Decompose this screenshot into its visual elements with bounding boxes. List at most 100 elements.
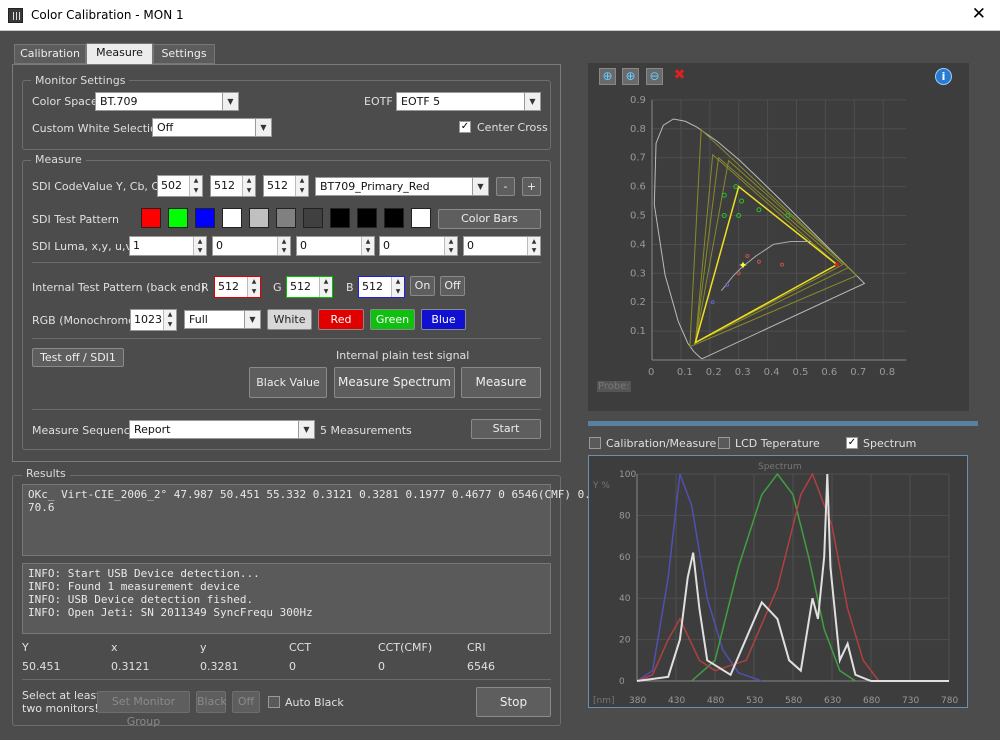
r-spinbox[interactable]: 512 ▲ ▼ — [214, 276, 261, 298]
spin-arrows-icon[interactable]: ▲ ▼ — [193, 237, 206, 255]
color-space-combo[interactable]: BT.709 ▼ — [95, 92, 239, 111]
stop-button[interactable]: Stop — [476, 687, 551, 717]
remove-pattern-button[interactable]: - — [496, 177, 515, 196]
results-text[interactable]: OKc_ Virt-CIE_2006_2° 47.987 50.451 55.3… — [22, 484, 617, 556]
x-spinbox[interactable]: 0 ▲ ▼ — [212, 236, 291, 256]
test-pattern-combo[interactable]: BT709_Primary_Red ▼ — [315, 177, 489, 196]
white-button[interactable]: White — [267, 309, 312, 330]
range-combo[interactable]: Full ▼ — [184, 310, 261, 329]
pattern-off-button[interactable]: Off — [440, 276, 465, 296]
color-swatch[interactable] — [195, 208, 215, 228]
black-value-button[interactable]: Black Value — [249, 367, 327, 398]
x-tick-label: 580 — [785, 696, 802, 706]
calibration-measure-label: Calibration/Measure — [606, 437, 717, 450]
separator — [32, 409, 541, 410]
calibration-measure-checkbox[interactable] — [589, 437, 601, 449]
x-tick-label: 0.5 — [793, 367, 809, 378]
color-swatch[interactable] — [168, 208, 188, 228]
g-spinbox[interactable]: 512 ▲ ▼ — [286, 276, 333, 298]
splitter[interactable] — [588, 421, 978, 426]
color-bars-button[interactable]: Color Bars — [438, 209, 541, 229]
green-button[interactable]: Green — [370, 309, 415, 330]
spin-arrows-icon[interactable]: ▲ ▼ — [163, 310, 176, 330]
eotf-label: EOTF — [364, 95, 393, 108]
x-tick-label: 0.2 — [706, 367, 722, 378]
set-monitor-group-button[interactable]: Set Monitor Group — [97, 691, 190, 728]
color-swatch[interactable] — [330, 208, 350, 228]
spin-arrows-icon[interactable]: ▲ ▼ — [444, 237, 457, 255]
start-button[interactable]: Start — [471, 419, 541, 439]
sdi-cr-spinbox[interactable]: 512 ▲ ▼ — [263, 175, 309, 197]
red-button[interactable]: Red — [318, 309, 364, 330]
lcd-temperature-checkbox[interactable] — [718, 437, 730, 449]
measure-point — [756, 207, 762, 213]
y-tick-label: 0.4 — [630, 239, 646, 250]
y-tick-label: 80 — [619, 511, 631, 521]
separator — [22, 679, 551, 680]
x-tick-label: 680 — [863, 696, 880, 706]
center-cross-checkbox[interactable]: ✓ — [459, 121, 471, 133]
header-x: x — [111, 641, 118, 654]
color-swatch[interactable] — [276, 208, 296, 228]
v-spinbox[interactable]: 0 ▲ ▼ — [463, 236, 541, 256]
spin-arrows-icon[interactable]: ▲ ▼ — [361, 237, 374, 255]
sdi-cb-spinbox[interactable]: 512 ▲ ▼ — [210, 175, 256, 197]
log-line: INFO: Open Jeti: SN 2011349 SyncFrequ 30… — [28, 606, 313, 619]
color-swatch[interactable] — [411, 208, 431, 228]
spin-arrows-icon[interactable]: ▲ ▼ — [391, 277, 404, 297]
x-tick-label: 0 — [648, 367, 654, 378]
spin-arrows-icon[interactable]: ▲ ▼ — [247, 277, 260, 297]
spin-arrows-icon[interactable]: ▲ ▼ — [295, 176, 308, 196]
color-swatch[interactable] — [303, 208, 323, 228]
custom-white-combo[interactable]: Off ▼ — [152, 118, 272, 137]
spectrum-checkbox[interactable]: ✓ — [846, 437, 858, 449]
spin-arrows-icon[interactable]: ▲ ▼ — [242, 176, 255, 196]
sdi-y-spinbox[interactable]: 502 ▲ ▼ — [157, 175, 203, 197]
color-swatch[interactable] — [357, 208, 377, 228]
spectrum-chart[interactable]: Spectrum Y % [nm] 0 20 40 60 80 100 380 430 480 530 5… — [589, 456, 967, 707]
black-button[interactable]: Black — [196, 691, 227, 713]
y-tick-label: 0 — [619, 677, 625, 687]
color-swatch[interactable] — [141, 208, 161, 228]
log-line: INFO: Start USB Device detection... — [28, 567, 260, 580]
luma-spinbox[interactable]: 1 ▲ ▼ — [129, 236, 207, 256]
spin-arrows-icon[interactable]: ▲ ▼ — [319, 277, 332, 297]
color-swatch[interactable] — [222, 208, 242, 228]
range-value: Full — [189, 313, 208, 326]
x-tick-label: 0.1 — [677, 367, 693, 378]
y-spinbox[interactable]: 0 ▲ ▼ — [296, 236, 375, 256]
spin-arrows-icon[interactable]: ▲ ▼ — [277, 237, 290, 255]
test-off-button[interactable]: Test off / SDI1 — [32, 348, 124, 367]
bt709-triangle — [694, 185, 839, 345]
spin-arrows-icon[interactable]: ▲ ▼ — [189, 176, 202, 196]
results-line-2: 70.6 — [28, 501, 55, 514]
cie-chart[interactable]: 0 0.1 0.2 0.3 0.4 0.5 0.6 0.7 0.8 0.1 0.2 0.3 0.4 0.5… — [588, 63, 969, 411]
off-button[interactable]: Off — [232, 691, 260, 713]
blue-button[interactable]: Blue — [421, 309, 466, 330]
eotf-combo[interactable]: EOTF 5 ▼ — [396, 92, 541, 111]
spin-arrows-icon[interactable]: ▲ ▼ — [527, 237, 540, 255]
x-tick-label: 0.8 — [879, 367, 895, 378]
y-value: 0 — [300, 239, 307, 252]
measure-button[interactable]: Measure — [461, 367, 541, 398]
tab-calibration[interactable]: Calibration — [14, 44, 86, 64]
header-cri: CRI — [467, 641, 486, 654]
log-line: INFO: Found 1 measurement device — [28, 580, 240, 593]
rgb-mono-spinbox[interactable]: 1023 ▲ ▼ — [130, 309, 177, 331]
select-hint: Select at least two monitors! — [22, 689, 101, 715]
v-value: 0 — [467, 239, 474, 252]
color-swatch[interactable] — [384, 208, 404, 228]
measure-sequence-combo[interactable]: Report ▼ — [129, 420, 315, 439]
pattern-on-button[interactable]: On — [410, 276, 435, 296]
u-spinbox[interactable]: 0 ▲ ▼ — [379, 236, 458, 256]
measure-spectrum-button[interactable]: Measure Spectrum — [334, 367, 455, 398]
b-spinbox[interactable]: 512 ▲ ▼ — [358, 276, 405, 298]
tab-measure[interactable]: Measure — [86, 43, 153, 64]
log-text[interactable]: INFO: Start USB Device detection... INFO… — [22, 563, 551, 634]
add-pattern-button[interactable]: + — [522, 177, 541, 196]
tab-settings[interactable]: Settings — [153, 44, 215, 64]
auto-black-checkbox[interactable] — [268, 696, 280, 708]
color-swatch[interactable] — [249, 208, 269, 228]
x-tick-label: 630 — [824, 696, 841, 706]
close-icon[interactable]: ✕ — [972, 4, 986, 24]
